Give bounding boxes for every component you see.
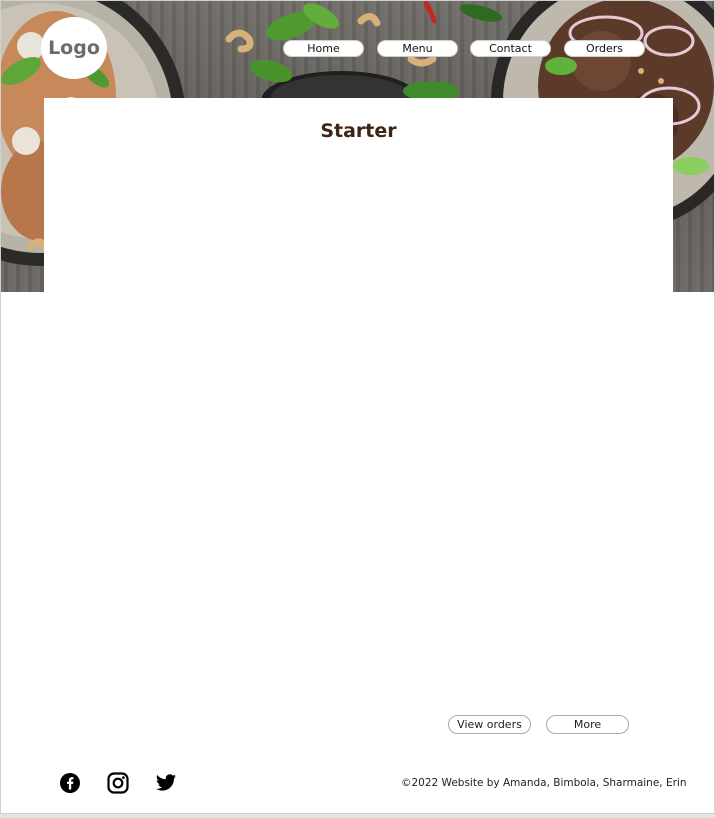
content-card: Starter [44, 98, 673, 292]
window-bottom-edge [0, 814, 715, 818]
view-orders-button[interactable]: View orders [448, 715, 531, 734]
page-title: Starter [320, 120, 397, 142]
main-nav: Home Menu Contact Orders [1, 40, 714, 57]
twitter-icon[interactable] [155, 772, 177, 794]
instagram-icon[interactable] [107, 772, 129, 794]
nav-contact-button[interactable]: Contact [470, 40, 551, 57]
copyright-text: ©2022 Website by Amanda, Bimbola, Sharma… [401, 777, 687, 789]
nav-home-button[interactable]: Home [283, 40, 364, 57]
page-frame: Logo Home Menu Contact Orders Starter Vi… [0, 0, 715, 814]
nav-orders-button[interactable]: Orders [564, 40, 645, 57]
facebook-icon[interactable] [59, 772, 81, 794]
nav-menu-button[interactable]: Menu [377, 40, 458, 57]
more-button[interactable]: More [546, 715, 629, 734]
